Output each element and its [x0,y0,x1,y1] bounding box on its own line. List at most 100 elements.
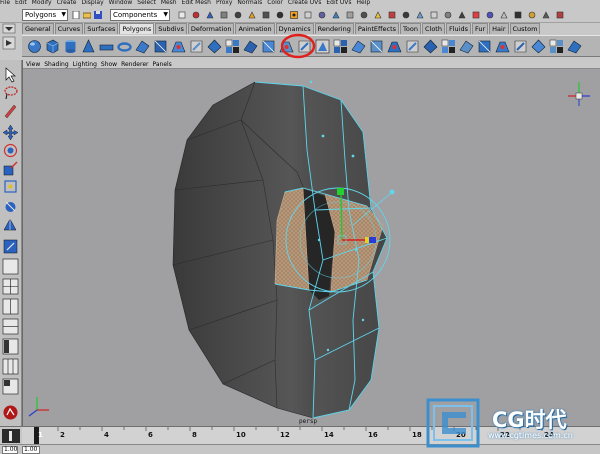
menu-item-create-uvs[interactable]: Create UVs [288,0,321,6]
shelf-tab-general[interactable]: General [22,23,54,34]
poly-tool-icon[interactable] [368,38,385,55]
snap-toggle-icon[interactable] [290,11,298,19]
render-icon[interactable] [2,404,19,421]
menu-item-select[interactable]: Select [137,0,156,6]
view-cube-axis[interactable] [568,82,590,106]
shelf-tab-toon[interactable]: Toon [400,23,421,34]
poly-tool-icon[interactable] [206,38,223,55]
range-end-field[interactable]: 1.00 [22,446,40,454]
paint-select-icon[interactable] [2,102,19,119]
status-tool-icon[interactable] [388,11,396,19]
poly-tool-icon[interactable] [170,38,187,55]
poly-torus-icon[interactable] [116,38,133,55]
shelf-tab-painteffects[interactable]: PaintEffects [354,23,400,34]
menu-item-proxy[interactable]: Proxy [216,0,232,6]
playhead-icon[interactable] [2,429,20,443]
status-tool-icon[interactable] [500,11,508,19]
poly-tool-icon[interactable] [512,38,529,55]
status-tool-icon[interactable] [332,11,340,19]
move-tool-icon[interactable] [2,124,19,141]
panel-menu-view[interactable]: View [26,61,40,69]
range-start-field[interactable]: 1.00 [2,446,18,454]
status-tool-icon[interactable] [514,11,522,19]
poly-tool-icon[interactable] [152,38,169,55]
menu-item-file[interactable]: File [0,0,10,6]
layout-icon[interactable] [2,358,19,375]
menu-item-window[interactable]: Window [109,0,133,6]
shelf-tab-fluids[interactable]: Fluids [445,23,471,34]
poly-tool-icon[interactable] [404,38,421,55]
status-tool-icon[interactable] [346,11,354,19]
status-tool-icon[interactable] [542,11,550,19]
scale-tool-icon[interactable] [2,160,19,177]
layout-icon[interactable] [2,338,19,355]
rotate-tool-icon[interactable] [2,142,19,159]
shelf-tab-cloth[interactable]: Cloth [421,23,445,34]
poly-tool-icon[interactable] [548,38,565,55]
select-tool-icon[interactable] [2,66,19,83]
menu-item-edit-mesh[interactable]: Edit Mesh [182,0,211,6]
menu-item-modify[interactable]: Modify [32,0,52,6]
status-tool-icon[interactable] [430,11,438,19]
viewport-scene[interactable] [23,60,600,426]
status-tool-icon[interactable] [486,11,494,19]
poly-tool-icon[interactable] [440,38,457,55]
poly-tool-icon[interactable] [332,38,349,55]
poly-tool-icon[interactable] [260,38,277,55]
poly-plane-icon[interactable] [98,38,115,55]
poly-tool-icon[interactable] [530,38,547,55]
shelf-tab-curves[interactable]: Curves [54,23,84,34]
poly-tool-icon[interactable] [224,38,241,55]
perspective-viewport[interactable]: View Shading Lighting Show Renderer Panels pe… [22,60,600,426]
four-pane-icon[interactable] [2,278,19,295]
layout-icon[interactable] [2,298,19,315]
single-pane-icon[interactable] [2,258,19,275]
status-tool-icon[interactable] [458,11,466,19]
menu-item-edit[interactable]: Edit [15,0,27,6]
status-tool-icon[interactable] [374,11,382,19]
poly-tool-icon[interactable] [566,38,583,55]
poly-cube-icon[interactable] [44,38,61,55]
shelf-tab-polygons[interactable]: Polygons [119,23,155,34]
menu-set-selector[interactable]: Polygons ▼ [22,9,68,21]
status-tool-icon[interactable] [318,11,326,19]
status-tool-icon[interactable] [528,11,536,19]
shelf-tab-subdivs[interactable]: Subdivs [155,23,187,34]
panel-menu-panels[interactable]: Panels [152,61,171,69]
status-tool-icon[interactable] [206,11,214,19]
soft-mod-icon[interactable] [2,198,19,215]
poly-tool-icon[interactable] [134,38,151,55]
menu-item-create[interactable]: Create [57,0,77,6]
shelf-tab-hair[interactable]: Hair [489,23,509,34]
status-tool-icon[interactable] [444,11,452,19]
panel-menu-renderer[interactable]: Renderer [121,61,148,69]
poly-cylinder-icon[interactable] [62,38,79,55]
status-tool-icon[interactable] [304,11,312,19]
shelf-tab-surfaces[interactable]: Surfaces [84,23,119,34]
last-tool-icon[interactable] [2,238,19,255]
universal-manipulator-icon[interactable] [2,178,19,195]
open-scene-icon[interactable] [83,11,91,19]
shelf-tab-fur[interactable]: Fur [471,23,489,34]
poly-cone-icon[interactable] [80,38,97,55]
layout-icon[interactable] [2,378,19,395]
menu-item-display[interactable]: Display [82,0,104,6]
status-tool-icon[interactable] [262,11,270,19]
menu-item-help[interactable]: Help [357,0,371,6]
panel-menu-lighting[interactable]: Lighting [73,61,97,69]
status-tool-icon[interactable] [416,11,424,19]
menu-item-normals[interactable]: Normals [237,0,262,6]
menu-item-color[interactable]: Color [267,0,283,6]
show-manipulator-icon[interactable] [2,216,19,233]
menu-item-mesh[interactable]: Mesh [161,0,177,6]
status-tool-icon[interactable] [234,11,242,19]
lasso-tool-icon[interactable] [2,84,19,101]
shelf-tab-custom[interactable]: Custom [509,23,541,34]
status-tool-icon[interactable] [192,11,200,19]
poly-tool-icon[interactable] [242,38,259,55]
status-tool-icon[interactable] [178,11,186,19]
poly-tool-icon[interactable] [386,38,403,55]
shelf-tab-animation[interactable]: Animation [235,23,275,34]
poly-tool-icon[interactable] [350,38,367,55]
save-scene-icon[interactable] [94,11,102,19]
